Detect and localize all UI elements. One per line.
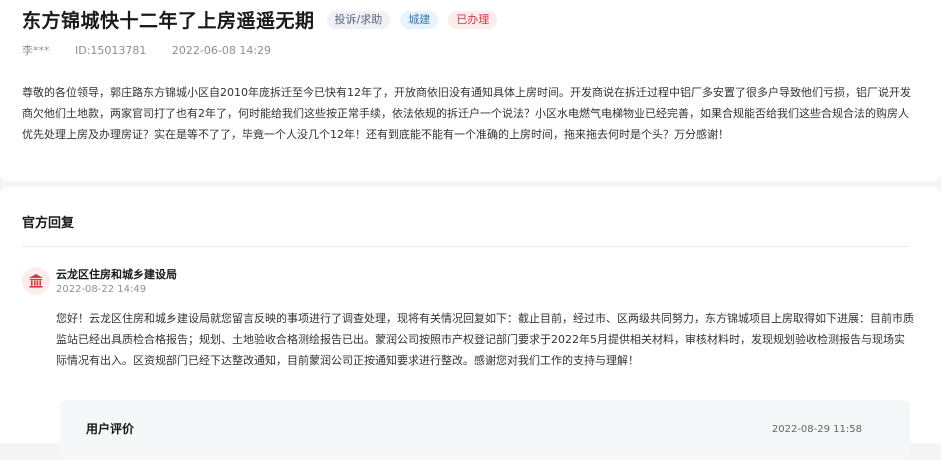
title-row: 东方锦城快十二年了上房遥遥无期 投诉/求助 城建 已办理	[22, 6, 498, 33]
section-title: 官方回复	[22, 216, 75, 231]
post-meta: 李*** ID:15013781 2022-06-08 14:29	[22, 42, 293, 58]
government-building-icon	[22, 267, 50, 295]
official-reply-card: 官方回复 云龙区住房和城乡建设局 2022-08-22 14:49 您好！云龙区…	[0, 187, 941, 460]
post-id: ID:15013781	[75, 44, 147, 57]
post-content: 尊敬的各位领导，郭庄路东方锦城小区自2010年庞拆迁至今已快有12年了，开放商依…	[22, 86, 911, 141]
user-evaluation: 用户评价 2022-08-29 11:58	[60, 400, 910, 460]
reply-time: 2022-08-22 14:49	[56, 284, 147, 295]
reply-content: 您好！云龙区住房和城乡建设局就您留言反映的事项进行了调查处理，现将有关情况回复如…	[56, 312, 914, 367]
status-badge: 已办理	[448, 10, 498, 29]
post-author: 李***	[22, 44, 50, 57]
divider	[22, 246, 910, 247]
reply-department: 云龙区住房和城乡建设局	[56, 268, 177, 281]
evaluation-title: 用户评价	[86, 422, 135, 436]
post-card: 东方锦城快十二年了上房遥遥无期 投诉/求助 城建 已办理 李*** ID:150…	[0, 0, 941, 181]
post-title: 东方锦城快十二年了上房遥遥无期	[22, 10, 315, 32]
tag-type: 投诉/求助	[326, 10, 391, 29]
evaluation-time: 2022-08-29 11:58	[771, 424, 862, 435]
post-date: 2022-06-08 14:29	[171, 44, 272, 57]
tag-department: 城建	[400, 10, 439, 29]
